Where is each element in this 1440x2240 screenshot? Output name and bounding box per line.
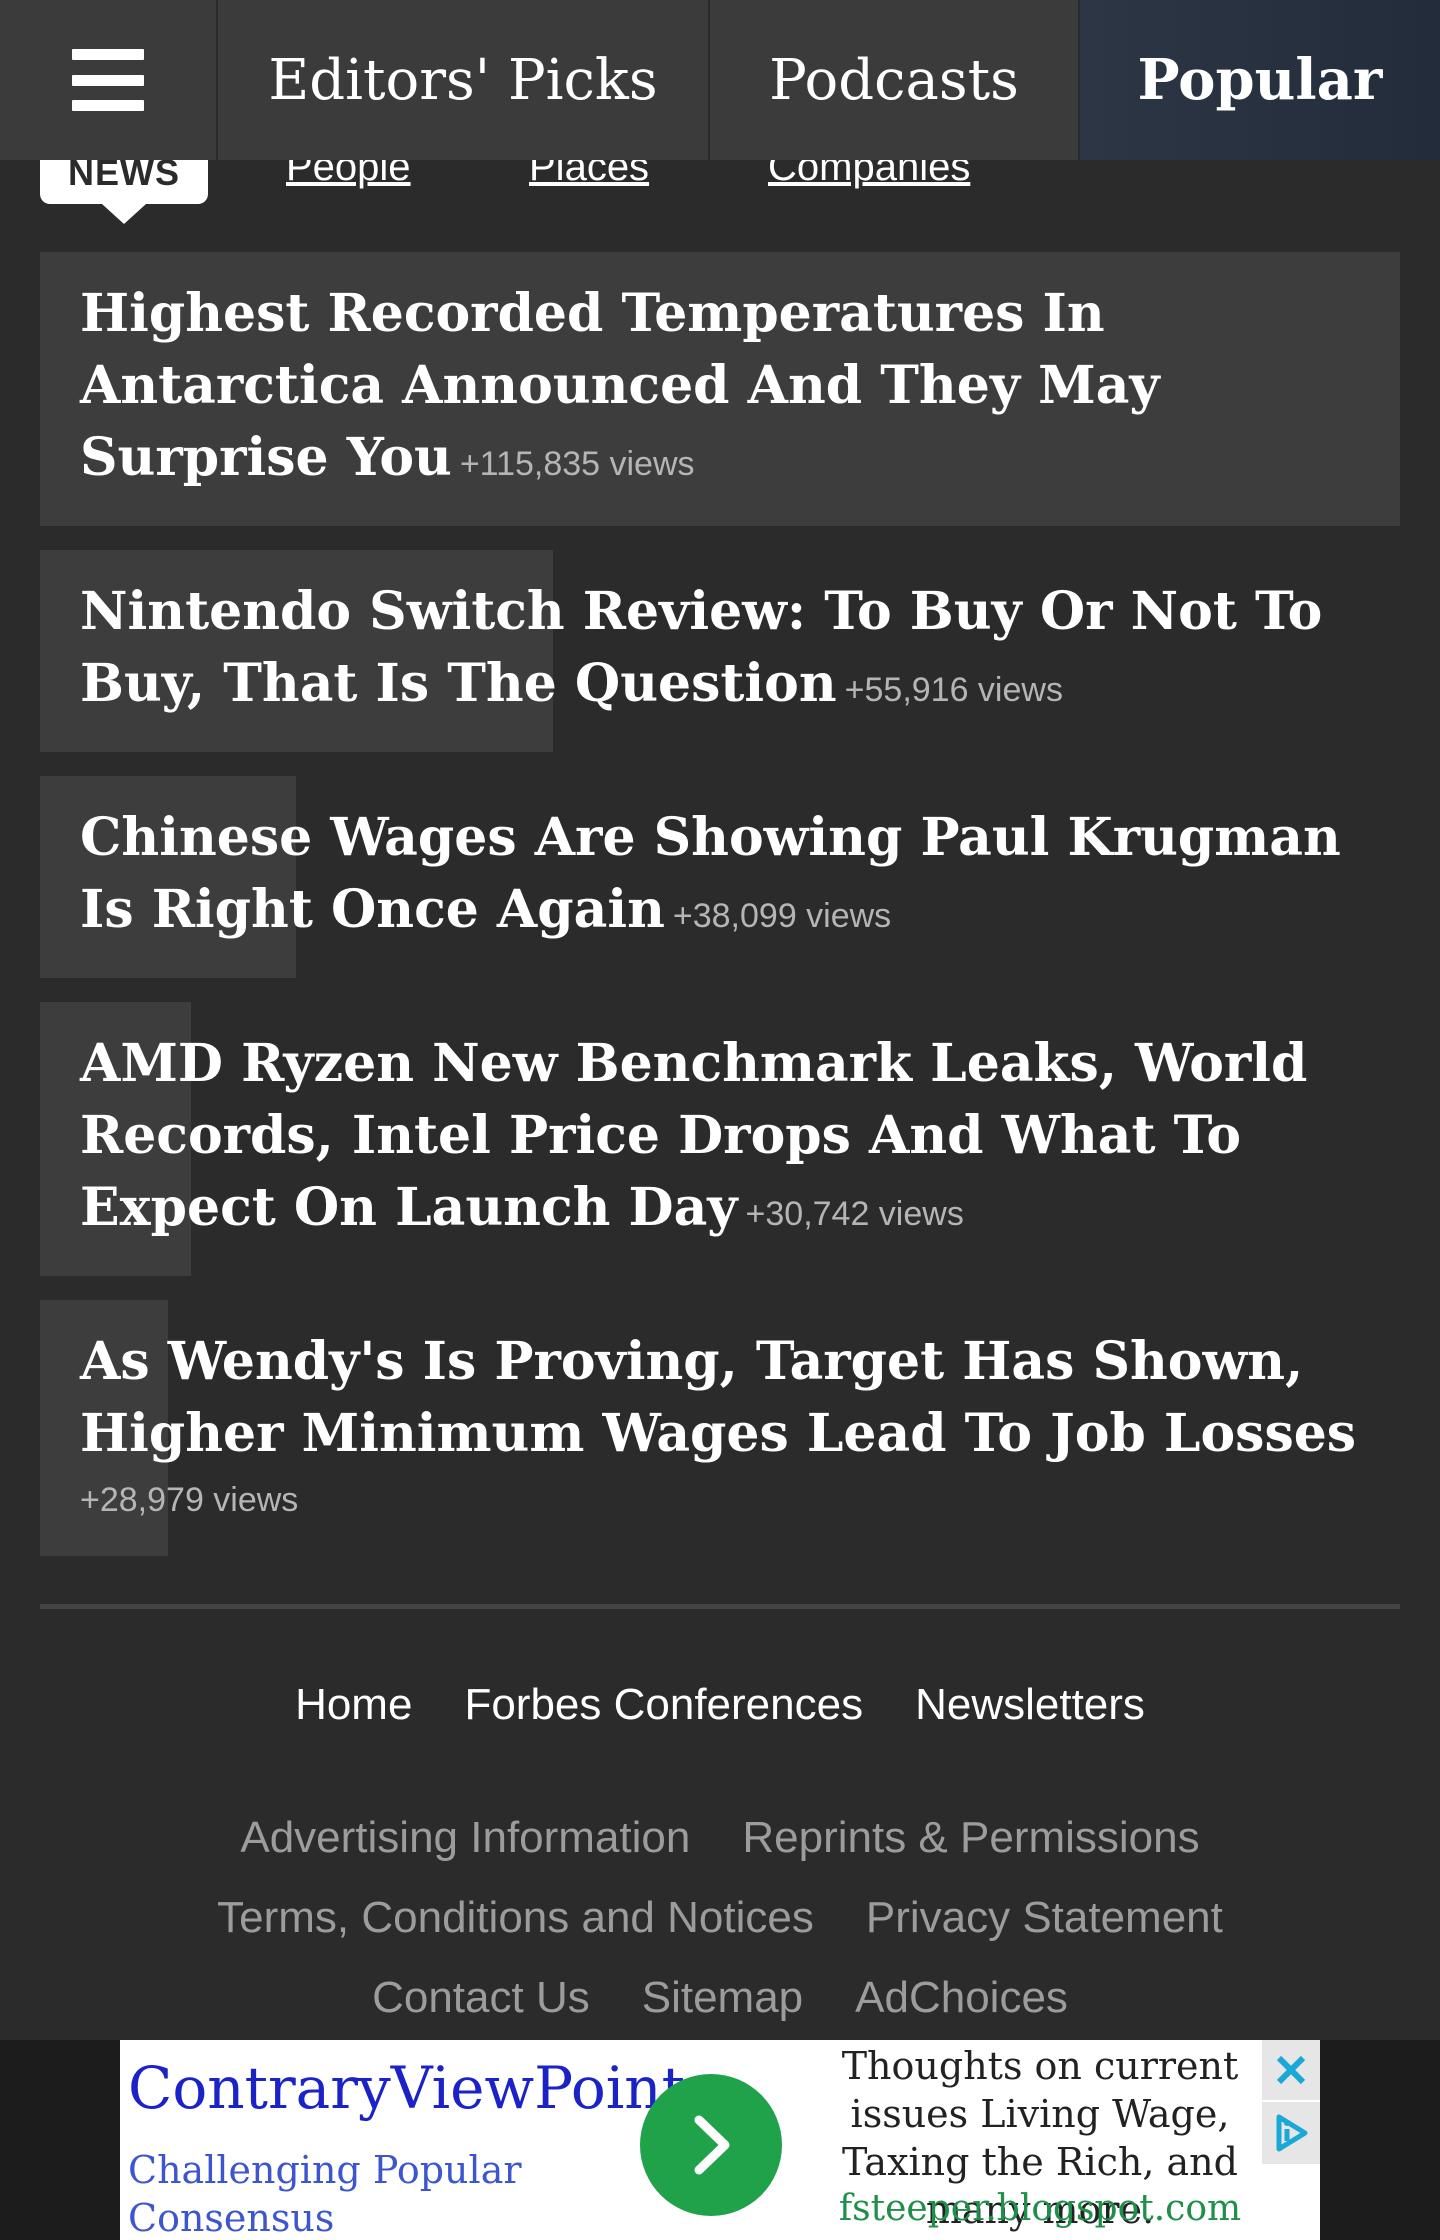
adchoices-icon xyxy=(1276,2114,1308,2152)
footer-main-links: Home Forbes Conferences Newsletters xyxy=(0,1680,1440,1730)
footer-link-adchoices[interactable]: AdChoices xyxy=(855,1973,1068,2022)
view-count: +115,835 views xyxy=(459,445,695,483)
list-item[interactable]: Nintendo Switch Review: To Buy Or Not To… xyxy=(40,550,1400,752)
footer-secondary-links: Advertising Information Reprints & Permis… xyxy=(0,1798,1440,2038)
top-navigation: Editors' Picks Podcasts Popular xyxy=(0,0,1440,160)
footer-link-forbes-conferences[interactable]: Forbes Conferences xyxy=(464,1680,863,1729)
view-count: +28,979 views xyxy=(80,1481,299,1519)
view-count: +38,099 views xyxy=(672,897,892,935)
footer-link-reprints-permissions[interactable]: Reprints & Permissions xyxy=(742,1813,1199,1862)
list-item[interactable]: Highest Recorded Temperatures In Antarct… xyxy=(40,252,1400,526)
ad-open-button[interactable] xyxy=(640,2074,782,2216)
ad-banner-container: ContraryViewPoint Challenging Popular Co… xyxy=(0,2040,1440,2240)
ad-subtitle: Challenging Popular Consensus xyxy=(128,2148,522,2240)
article-title[interactable]: Nintendo Switch Review: To Buy Or Not To… xyxy=(80,581,1322,714)
tab-podcasts[interactable]: Podcasts xyxy=(710,0,1080,160)
footer-divider xyxy=(40,1604,1400,1609)
ad-title[interactable]: ContraryViewPoint xyxy=(128,2054,685,2122)
footer-link-home[interactable]: Home xyxy=(295,1680,412,1729)
ad-banner[interactable]: ContraryViewPoint Challenging Popular Co… xyxy=(120,2040,1320,2240)
view-count: +55,916 views xyxy=(844,671,1063,709)
article-title[interactable]: AMD Ryzen New Benchmark Leaks, World Rec… xyxy=(80,1033,1307,1238)
footer-link-contact-us[interactable]: Contact Us xyxy=(372,1973,590,2022)
view-count: +30,742 views xyxy=(745,1195,964,1233)
list-item[interactable]: AMD Ryzen New Benchmark Leaks, World Rec… xyxy=(40,1002,1400,1276)
article-title[interactable]: As Wendy's Is Proving, Target Has Shown,… xyxy=(80,1331,1356,1464)
footer-link-newsletters[interactable]: Newsletters xyxy=(915,1680,1145,1729)
ad-url[interactable]: fsteeper.blogspot.com xyxy=(790,2188,1290,2229)
tab-editors-picks[interactable]: Editors' Picks xyxy=(218,0,710,160)
hamburger-menu-icon xyxy=(72,49,144,111)
chevron-right-icon xyxy=(694,2115,730,2175)
ad-choices-button[interactable] xyxy=(1262,2102,1320,2164)
footer-link-advertising-information[interactable]: Advertising Information xyxy=(240,1813,690,1862)
menu-button[interactable] xyxy=(0,0,218,160)
close-icon xyxy=(1276,2055,1306,2085)
popular-list: Highest Recorded Temperatures In Antarct… xyxy=(40,252,1400,1556)
footer-row: Terms, Conditions and Notices Privacy Sta… xyxy=(0,1878,1440,1958)
footer-link-sitemap[interactable]: Sitemap xyxy=(642,1973,803,2022)
footer-row: Advertising Information Reprints & Permis… xyxy=(0,1798,1440,1878)
ad-close-button[interactable] xyxy=(1262,2040,1320,2100)
tab-popular[interactable]: Popular xyxy=(1080,0,1440,160)
footer-link-terms[interactable]: Terms, Conditions and Notices xyxy=(217,1893,814,1942)
list-item[interactable]: As Wendy's Is Proving, Target Has Shown,… xyxy=(40,1300,1400,1556)
footer-link-privacy-statement[interactable]: Privacy Statement xyxy=(866,1893,1223,1942)
list-item[interactable]: Chinese Wages Are Showing Paul Krugman I… xyxy=(40,776,1400,978)
footer-row: Contact Us Sitemap AdChoices xyxy=(0,1958,1440,2038)
